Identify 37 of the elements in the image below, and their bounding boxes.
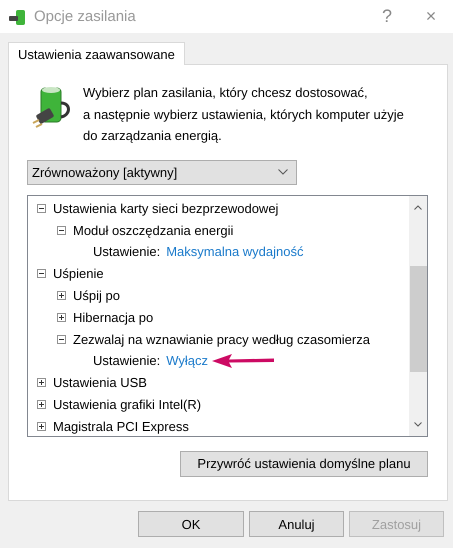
help-button[interactable]: ? (365, 2, 409, 32)
chevron-down-icon (278, 169, 288, 175)
plan-dropdown[interactable]: Zrównoważony [aktywny] (27, 160, 297, 184)
setting-label: Ustawienie: (93, 244, 160, 260)
dialog-button[interactable]: Anuluj (249, 511, 344, 537)
collapse-icon[interactable] (37, 204, 46, 213)
tree-item[interactable]: Uśpij po (73, 288, 120, 304)
setting-label: Ustawienie: (93, 353, 160, 368)
scroll-thumb[interactable] (410, 266, 426, 372)
tree-item[interactable]: Ustawienia grafiki Intel(R) (53, 397, 202, 412)
expand-icon[interactable] (37, 422, 46, 431)
expand-icon[interactable] (57, 291, 66, 300)
window-title: Opcje zasilania (34, 8, 137, 25)
setting-value-link[interactable]: Maksymalna wydajność (166, 244, 304, 260)
expand-icon[interactable] (37, 378, 46, 388)
collapse-icon[interactable] (57, 226, 66, 235)
restore-defaults-button[interactable]: Przywróć ustawienia domyślne planu (180, 450, 428, 476)
setting-value-link[interactable]: Wyłącz (166, 353, 208, 368)
tree-item[interactable]: Zezwalaj na wznawianie pracy według czasomierza (73, 332, 370, 347)
collapse-icon[interactable] (57, 334, 66, 344)
intro-text: Wybierz plan zasilania, który chcesz dostosować, a następnie wybierz ustawienia, których komputer użyje do zarządzania energią. (83, 84, 404, 145)
battery-plug-icon (31, 85, 73, 129)
tree-item[interactable]: Magistrala PCI Express (53, 418, 189, 434)
tree-item[interactable]: Moduł oszczędzania energii (73, 222, 234, 238)
expand-icon[interactable] (57, 312, 66, 322)
scroll-down-icon[interactable] (414, 422, 422, 426)
expand-icon[interactable] (37, 400, 46, 410)
tree-item[interactable]: Hibernacja po (73, 310, 154, 325)
tree-item[interactable]: Ustawienia karty sieci bezprzewodowej (53, 200, 278, 216)
scroll-up-icon[interactable] (414, 204, 422, 210)
collapse-icon[interactable] (37, 269, 46, 278)
close-button[interactable]: × (409, 2, 453, 32)
scrollbar[interactable] (409, 196, 427, 436)
dialog-button[interactable]: OK (138, 511, 244, 537)
tree-item[interactable]: Ustawienia USB (53, 375, 147, 390)
tab[interactable]: Ustawienia zaawansowane (8, 42, 185, 65)
tree-item[interactable]: Uśpienie (53, 266, 104, 282)
